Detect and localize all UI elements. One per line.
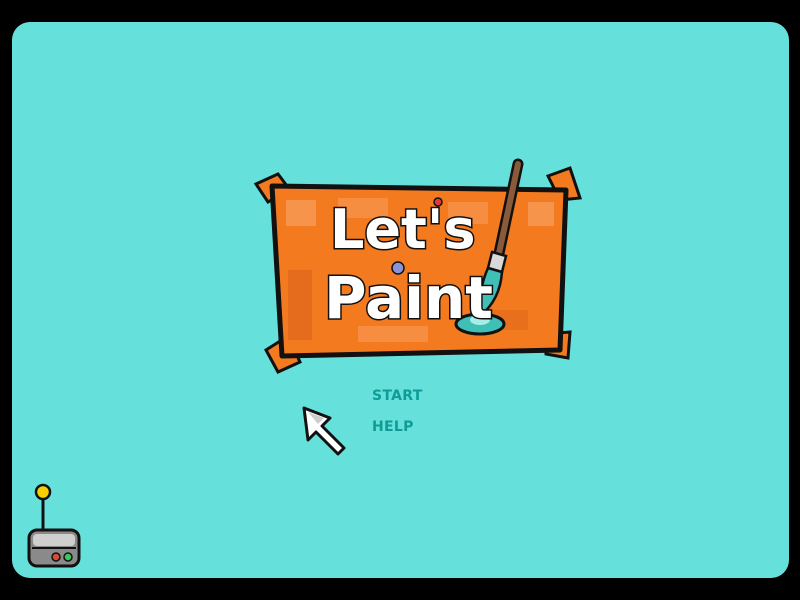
start-button[interactable]: START: [372, 386, 472, 406]
robot-helper-icon[interactable]: [26, 482, 86, 572]
game-screen: Let's Paint START HELP: [12, 22, 789, 578]
title-sign: Let's Paint: [248, 140, 588, 380]
title-line-lets: Let's: [330, 198, 476, 261]
title-line-paint: Paint: [324, 264, 493, 332]
pointer-arrow-icon: [300, 404, 352, 456]
help-button[interactable]: HELP: [372, 417, 472, 437]
main-menu: START HELP: [372, 386, 472, 437]
